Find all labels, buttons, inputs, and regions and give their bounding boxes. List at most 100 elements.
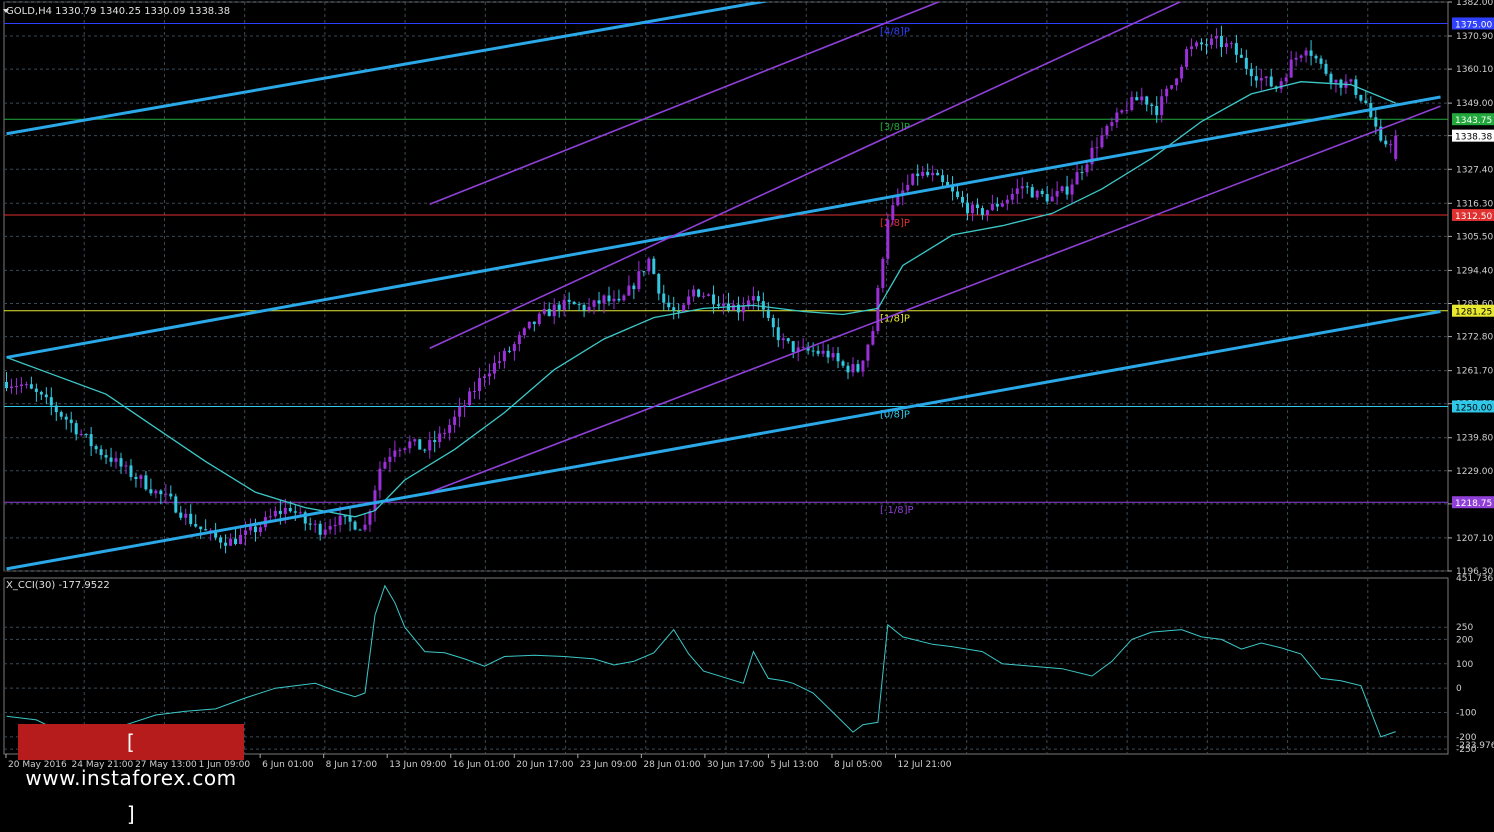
candle-body bbox=[1130, 97, 1134, 111]
candle-body bbox=[702, 295, 706, 297]
candle-body bbox=[109, 457, 113, 462]
candle-body bbox=[1155, 105, 1159, 116]
candle-body bbox=[1150, 104, 1154, 106]
y-tick-label: 1261.70 bbox=[1456, 367, 1493, 377]
candle-body bbox=[443, 432, 447, 434]
moving-average-layer bbox=[6, 81, 1396, 518]
candle-body bbox=[652, 258, 656, 274]
candle-body bbox=[243, 530, 247, 535]
candle-body bbox=[383, 461, 387, 469]
candle-body bbox=[338, 515, 342, 526]
grid-layer bbox=[3, 1, 1449, 755]
candle-body bbox=[1259, 78, 1263, 81]
y-tick-label: 1305.50 bbox=[1456, 232, 1493, 242]
candle-body bbox=[74, 423, 78, 435]
candle-body bbox=[632, 285, 636, 290]
candle-body bbox=[916, 173, 920, 176]
instaforex-watermark[interactable]: [ www.instaforex.com ] bbox=[18, 724, 244, 826]
candle-body bbox=[1115, 112, 1119, 123]
candle-body bbox=[348, 516, 352, 522]
candle-body bbox=[642, 271, 646, 273]
candle-body bbox=[413, 439, 417, 442]
blue-channel-lower bbox=[6, 309, 1441, 571]
candle-body bbox=[44, 394, 48, 398]
candle-body bbox=[970, 204, 974, 214]
x-tick-label: 13 Jun 09:00 bbox=[389, 760, 446, 770]
candle-body bbox=[697, 289, 701, 297]
candle-body bbox=[89, 434, 93, 447]
candle-body bbox=[1229, 43, 1233, 45]
candle-body bbox=[204, 529, 208, 531]
candle-body bbox=[473, 391, 477, 393]
candle-body bbox=[497, 361, 501, 363]
candle-body bbox=[582, 304, 586, 311]
candle-body bbox=[761, 301, 765, 310]
candle-body bbox=[458, 406, 462, 417]
x-tick-label: 8 Jul 05:00 bbox=[834, 760, 883, 770]
candle-body bbox=[1304, 50, 1308, 56]
murrey-level-label: [4/8]P bbox=[880, 26, 910, 37]
candle-body bbox=[1234, 43, 1238, 55]
candle-body bbox=[438, 433, 442, 442]
price-tag-label: 1312.50 bbox=[1455, 212, 1492, 222]
candle-body bbox=[1309, 50, 1313, 56]
cci-title: X_CCI(30) -177.9522 bbox=[6, 580, 110, 591]
candle-body bbox=[1214, 36, 1218, 39]
candle-body bbox=[1284, 77, 1288, 82]
candle-body bbox=[1254, 76, 1258, 81]
price-tag-label: 1375.00 bbox=[1455, 20, 1492, 30]
candle-body bbox=[418, 439, 422, 450]
candle-body bbox=[189, 513, 193, 525]
candle-body bbox=[393, 450, 397, 457]
candle-body bbox=[59, 412, 63, 417]
candle-body bbox=[124, 465, 128, 467]
candle-body bbox=[1175, 78, 1179, 86]
candle-body bbox=[1294, 57, 1298, 60]
candle-body bbox=[199, 526, 203, 530]
candle-body bbox=[956, 191, 960, 197]
candle-body bbox=[542, 309, 546, 314]
candle-body bbox=[751, 296, 755, 301]
candle-body bbox=[881, 258, 885, 288]
candle-body bbox=[766, 309, 770, 318]
gold-h4-chart: [4/8]P[3/8]P[2/8]P[1/8]P[0/8]P[-1/8]P 13… bbox=[3, 0, 1494, 770]
trend-lines-layer bbox=[6, 2, 1441, 571]
candle-body bbox=[69, 419, 73, 424]
candle-body bbox=[34, 388, 38, 392]
x-tick-label: 16 Jun 01:00 bbox=[453, 760, 510, 770]
candle-body bbox=[1180, 66, 1184, 79]
candle-body bbox=[1030, 187, 1034, 198]
candle-body bbox=[1324, 63, 1328, 74]
candle-body bbox=[731, 304, 735, 311]
candle-body bbox=[517, 335, 521, 345]
y-tick-label: 1229.00 bbox=[1456, 467, 1493, 477]
candle-body bbox=[154, 490, 158, 494]
candle-body bbox=[572, 301, 576, 305]
cci-layer bbox=[6, 584, 1396, 739]
candle-body bbox=[707, 294, 711, 296]
candle-body bbox=[507, 350, 511, 352]
candle-body bbox=[1334, 79, 1338, 83]
candle-body bbox=[1185, 49, 1189, 67]
candle-body bbox=[24, 384, 28, 386]
candle-body bbox=[114, 458, 118, 462]
candle-body bbox=[557, 304, 561, 310]
candle-body bbox=[448, 424, 452, 433]
candle-body bbox=[936, 172, 940, 176]
candle-body bbox=[1065, 186, 1069, 195]
cci-y-tick-label: 0 bbox=[1456, 684, 1462, 694]
candle-body bbox=[1219, 36, 1223, 48]
candle-body bbox=[1279, 81, 1283, 89]
candle-body bbox=[219, 537, 223, 543]
candle-body bbox=[408, 441, 412, 449]
candle-body bbox=[487, 373, 491, 377]
candle-body bbox=[1374, 117, 1378, 127]
candle-body bbox=[602, 295, 606, 304]
purple-channel-middle bbox=[429, 2, 1182, 349]
candle-body bbox=[179, 512, 183, 518]
cci-y-tick-label: 200 bbox=[1456, 635, 1473, 645]
candle-body bbox=[627, 285, 631, 296]
candle-body bbox=[323, 529, 327, 535]
candle-body bbox=[851, 364, 855, 373]
y-tick-label: 1370.90 bbox=[1456, 32, 1493, 42]
